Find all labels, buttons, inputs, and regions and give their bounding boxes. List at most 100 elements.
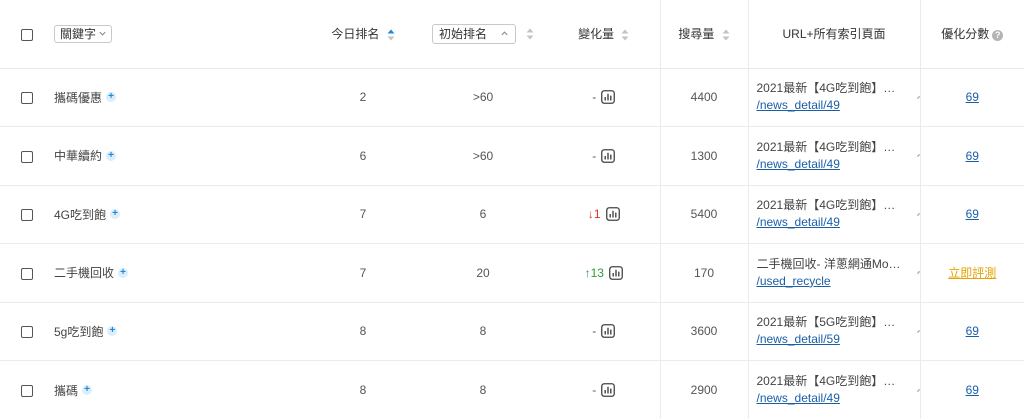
plus-circle-icon[interactable]: +	[110, 209, 120, 219]
search-volume-header[interactable]: 搜尋量	[660, 0, 748, 68]
plus-circle-icon[interactable]: +	[107, 326, 117, 336]
sort-icon[interactable]	[621, 29, 629, 41]
score-link[interactable]: 69	[966, 90, 979, 104]
score-link[interactable]: 69	[966, 324, 979, 338]
score-link[interactable]: 69	[966, 383, 979, 397]
plus-circle-icon[interactable]: +	[118, 268, 128, 278]
url-path-link[interactable]: /news_detail/49	[757, 156, 907, 173]
keyword-text: 5g吃到飽	[54, 325, 103, 339]
initial-rank-value: 20	[476, 266, 489, 280]
today-rank-cell: 7	[308, 185, 418, 244]
change-cell: -	[548, 127, 660, 186]
row-checkbox[interactable]	[21, 151, 33, 163]
score-link[interactable]: 69	[966, 149, 979, 163]
sort-icon[interactable]	[722, 29, 730, 41]
sort-icon[interactable]	[526, 28, 534, 40]
row-checkbox[interactable]	[21, 268, 33, 280]
table-row: 二手機回收+ 7 20 ↑13 170 二手機回收- 洋蔥網通Mobile/used_re…	[0, 244, 1024, 303]
keyword-filter-dropdown[interactable]: 關鍵字	[54, 25, 112, 43]
row-select-cell	[0, 361, 48, 419]
sort-icon[interactable]	[387, 29, 395, 41]
today-rank-cell: 8	[308, 302, 418, 361]
table-row: 中華續約+6>60-13002021最新【4G吃到飽】攜碼/news_detai…	[0, 127, 1024, 186]
url-title: 2021最新【4G吃到飽】攜碼	[757, 373, 907, 390]
score-link[interactable]: 69	[966, 207, 979, 221]
initial-rank-cell: 6	[418, 185, 548, 244]
search-volume-value: 170	[694, 266, 714, 280]
keyword-cell: 攜碼+	[48, 361, 308, 419]
initial-rank-dropdown[interactable]: 初始排名	[432, 24, 516, 44]
search-volume-cell: 5400	[660, 185, 748, 244]
change-cell: ↓1	[548, 185, 660, 244]
bar-chart-icon[interactable]	[601, 324, 615, 338]
change-value: -	[592, 324, 596, 338]
table-header-row: 關鍵字 今日排名 初始排名 變化量	[0, 0, 1024, 68]
search-volume-value: 1300	[691, 149, 718, 163]
today-rank-header[interactable]: 今日排名	[308, 0, 418, 68]
link-icon[interactable]	[917, 208, 920, 221]
url-title: 二手機回收- 洋蔥網通Mobile	[757, 256, 907, 273]
bar-chart-icon[interactable]	[601, 383, 615, 397]
url-path-link[interactable]: /used_recycle	[757, 273, 907, 290]
today-rank-value: 2	[360, 90, 367, 104]
url-path-link[interactable]: /news_detail/49	[757, 214, 907, 231]
initial-rank-value: 6	[480, 207, 487, 221]
today-rank-value: 8	[360, 324, 367, 338]
score-cell: 69	[920, 185, 1024, 244]
search-volume-value: 4400	[691, 90, 718, 104]
score-cell: 69	[920, 68, 1024, 127]
link-icon[interactable]	[917, 266, 920, 279]
url-title: 2021最新【5G吃到飽】攜碼	[757, 314, 907, 331]
today-rank-cell: 7	[308, 244, 418, 303]
plus-circle-icon[interactable]: +	[106, 92, 116, 102]
bar-chart-icon[interactable]	[601, 90, 615, 104]
url-cell: 2021最新【5G吃到飽】攜碼/news_detail/59	[748, 302, 920, 361]
search-volume-label: 搜尋量	[678, 27, 714, 41]
today-rank-label: 今日排名	[331, 27, 379, 41]
search-volume-cell: 2900	[660, 361, 748, 419]
initial-rank-cell: 8	[418, 302, 548, 361]
plus-circle-icon[interactable]: +	[82, 385, 92, 395]
change-cell: -	[548, 302, 660, 361]
change-cell: ↑13	[548, 244, 660, 303]
select-all-checkbox[interactable]	[21, 29, 33, 41]
change-header[interactable]: 變化量	[548, 0, 660, 68]
evaluate-now-link[interactable]: 立即評測	[948, 266, 996, 280]
chevron-down-icon	[98, 29, 107, 38]
bar-chart-icon[interactable]	[606, 207, 620, 221]
row-checkbox[interactable]	[21, 385, 33, 397]
today-rank-value: 6	[360, 149, 367, 163]
link-icon[interactable]	[917, 384, 920, 397]
keyword-cell: 二手機回收+	[48, 244, 308, 303]
initial-rank-value: >60	[473, 149, 493, 163]
row-checkbox[interactable]	[21, 209, 33, 221]
url-path-link[interactable]: /news_detail/59	[757, 331, 907, 348]
link-icon[interactable]	[917, 149, 920, 162]
row-select-cell	[0, 302, 48, 361]
initial-rank-value: >60	[473, 90, 493, 104]
url-title: 2021最新【4G吃到飽】攜碼	[757, 197, 907, 214]
row-select-cell	[0, 68, 48, 127]
table-row: 5g吃到飽+88-36002021最新【5G吃到飽】攜碼/news_detail…	[0, 302, 1024, 361]
initial-rank-label: 初始排名	[439, 25, 487, 42]
row-checkbox[interactable]	[21, 326, 33, 338]
score-cell: 69	[920, 302, 1024, 361]
url-path-link[interactable]: /news_detail/49	[757, 97, 907, 114]
row-checkbox[interactable]	[21, 92, 33, 104]
today-rank-value: 7	[360, 207, 367, 221]
keyword-cell: 5g吃到飽 +	[48, 302, 308, 361]
url-path-link[interactable]: /news_detail/49	[757, 390, 907, 407]
today-rank-value: 7	[360, 266, 367, 280]
link-icon[interactable]	[917, 91, 920, 104]
score-header: 優化分數?	[920, 0, 1024, 68]
link-icon[interactable]	[917, 325, 920, 338]
initial-rank-cell: 8	[418, 361, 548, 419]
help-icon[interactable]: ?	[992, 30, 1003, 41]
keyword-cell: 4G吃到飽+	[48, 185, 308, 244]
bar-chart-icon[interactable]	[609, 266, 623, 280]
plus-circle-icon[interactable]: +	[106, 151, 116, 161]
url-cell: 2021最新【4G吃到飽】攜碼/news_detail/49	[748, 127, 920, 186]
change-label: 變化量	[578, 27, 614, 41]
change-cell: -	[548, 68, 660, 127]
bar-chart-icon[interactable]	[601, 149, 615, 163]
